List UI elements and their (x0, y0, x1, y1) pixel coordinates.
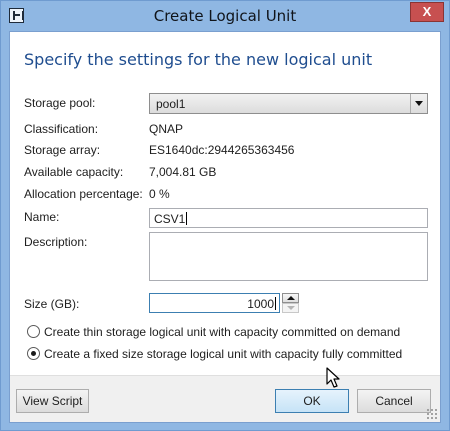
thin-provision-radio[interactable] (27, 325, 40, 338)
name-input[interactable]: CSV1 (149, 208, 428, 228)
text-caret (275, 297, 276, 310)
spin-down-icon[interactable] (282, 303, 299, 313)
description-label: Description: (24, 235, 88, 249)
window-title: Create Logical Unit (153, 7, 297, 25)
available-capacity-value: 7,004.81 GB (149, 165, 217, 179)
storage-pool-label: Storage pool: (24, 96, 96, 110)
chevron-down-icon[interactable] (410, 94, 427, 113)
allocation-percentage-value: 0 % (149, 187, 170, 201)
storage-array-value: ES1640dc:2944265363456 (149, 143, 295, 157)
size-input[interactable]: 1000 (149, 293, 280, 313)
description-input[interactable] (149, 232, 428, 281)
storage-pool-value: pool1 (156, 97, 186, 111)
spin-up-icon[interactable] (282, 293, 299, 303)
button-bar: View Script OK Cancel (10, 375, 440, 422)
storage-array-label: Storage array: (24, 143, 101, 157)
size-stepper[interactable] (282, 293, 299, 313)
close-button[interactable]: X (410, 2, 444, 22)
dialog-window: Create Logical Unit X Specify the settin… (0, 0, 450, 431)
dialog-body: Specify the settings for the new logical… (9, 31, 441, 423)
name-value: CSV1 (154, 212, 186, 226)
ok-button[interactable]: OK (275, 389, 349, 413)
name-label: Name: (24, 210, 60, 224)
page-heading: Specify the settings for the new logical… (24, 50, 373, 69)
classification-value: QNAP (149, 122, 184, 136)
thin-provision-label: Create thin storage logical unit with ca… (44, 325, 401, 339)
resize-grip-icon[interactable] (426, 408, 438, 420)
size-label: Size (GB): (24, 297, 80, 311)
storage-pool-select[interactable]: pool1 (149, 93, 428, 114)
view-script-button[interactable]: View Script (16, 389, 89, 413)
text-caret (186, 212, 188, 225)
available-capacity-label: Available capacity: (24, 165, 124, 179)
allocation-percentage-label: Allocation percentage: (24, 187, 143, 201)
cancel-button[interactable]: Cancel (357, 389, 431, 413)
fixed-size-label: Create a fixed size storage logical unit… (44, 347, 403, 361)
size-value: 1000 (247, 297, 274, 311)
title-bar[interactable]: Create Logical Unit X (1, 1, 449, 31)
mouse-pointer-icon (326, 367, 340, 388)
fixed-size-radio[interactable] (27, 347, 40, 360)
classification-label: Classification: (24, 122, 99, 136)
